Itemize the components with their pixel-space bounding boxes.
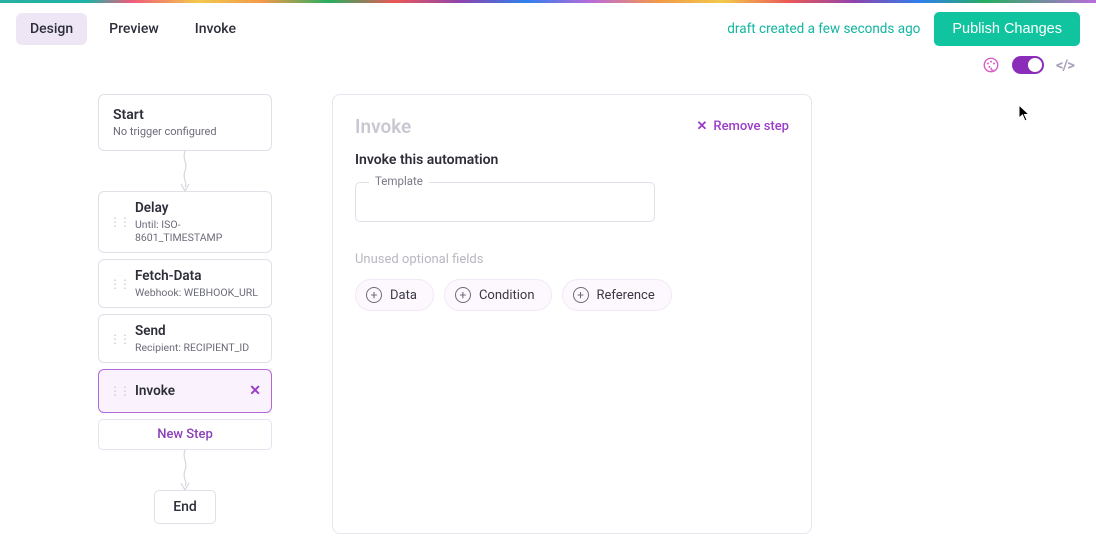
- step-title: Send: [135, 323, 261, 339]
- optional-fields-heading: Unused optional fields: [355, 252, 789, 267]
- template-field-label: Template: [369, 174, 429, 188]
- start-node[interactable]: Start No trigger configured: [98, 94, 272, 151]
- step-subtitle: Until: ISO-8601_TIMESTAMP: [135, 218, 261, 244]
- section-heading: Invoke this automation: [355, 152, 789, 168]
- draft-status: draft created a few seconds ago: [727, 21, 920, 37]
- plus-circle-icon: +: [366, 287, 382, 303]
- window-accent-bar: [0, 0, 1096, 3]
- designer-toolbar: </>: [0, 46, 1096, 74]
- main-tabs: Design Preview Invoke: [16, 13, 250, 45]
- plus-circle-icon: +: [573, 287, 589, 303]
- detail-title: Invoke: [355, 115, 411, 138]
- plus-circle-icon: +: [455, 287, 471, 303]
- template-input[interactable]: [355, 182, 655, 222]
- start-node-title: Start: [113, 107, 257, 123]
- chip-reference[interactable]: + Reference: [562, 279, 672, 311]
- remove-step-label: Remove step: [713, 119, 789, 134]
- optional-chips: + Data + Condition + Reference: [355, 279, 789, 311]
- step-title: Fetch-Data: [135, 268, 261, 284]
- step-detail-panel: Invoke ✕ Remove step Invoke this automat…: [332, 94, 812, 534]
- detail-header: Invoke ✕ Remove step: [355, 115, 789, 138]
- tab-preview[interactable]: Preview: [95, 13, 173, 45]
- step-delay[interactable]: ⋮⋮ Delay Until: ISO-8601_TIMESTAMP: [98, 191, 272, 253]
- template-field-wrap: Template: [355, 182, 789, 222]
- step-subtitle: Webhook: WEBHOOK_URL: [135, 286, 261, 299]
- code-icon[interactable]: </>: [1056, 56, 1074, 74]
- tab-invoke[interactable]: Invoke: [181, 13, 250, 45]
- chip-label: Reference: [597, 288, 655, 303]
- end-node: End: [154, 490, 216, 524]
- topbar-right: draft created a few seconds ago Publish …: [727, 12, 1080, 46]
- chip-label: Data: [390, 288, 417, 303]
- connector-arrow: [175, 151, 195, 191]
- chip-data[interactable]: + Data: [355, 279, 434, 311]
- chip-condition[interactable]: + Condition: [444, 279, 552, 311]
- topbar: Design Preview Invoke draft created a fe…: [0, 0, 1096, 46]
- view-toggle[interactable]: [1012, 56, 1044, 74]
- palette-icon[interactable]: [982, 56, 1000, 74]
- tab-design[interactable]: Design: [16, 13, 87, 45]
- drag-handle-icon[interactable]: ⋮⋮: [109, 278, 129, 290]
- remove-step-icon[interactable]: ✕: [249, 383, 261, 399]
- step-invoke[interactable]: ⋮⋮ Invoke ✕: [98, 369, 272, 413]
- publish-button[interactable]: Publish Changes: [934, 12, 1080, 46]
- drag-handle-icon[interactable]: ⋮⋮: [109, 333, 129, 345]
- step-fetch-data[interactable]: ⋮⋮ Fetch-Data Webhook: WEBHOOK_URL: [98, 259, 272, 308]
- step-send[interactable]: ⋮⋮ Send Recipient: RECIPIENT_ID: [98, 314, 272, 363]
- main-area: Start No trigger configured ⋮⋮ Delay Unt…: [0, 74, 1096, 534]
- new-step-button[interactable]: New Step: [98, 419, 272, 450]
- step-title: Invoke: [135, 383, 261, 399]
- drag-handle-icon[interactable]: ⋮⋮: [109, 385, 129, 397]
- flow-column: Start No trigger configured ⋮⋮ Delay Unt…: [98, 94, 272, 534]
- step-title: Delay: [135, 200, 261, 216]
- connector-arrow: [175, 450, 195, 490]
- chip-label: Condition: [479, 288, 535, 303]
- remove-step-button[interactable]: ✕ Remove step: [696, 119, 789, 134]
- start-node-subtitle: No trigger configured: [113, 125, 257, 138]
- close-icon: ✕: [696, 119, 707, 134]
- step-subtitle: Recipient: RECIPIENT_ID: [135, 341, 261, 354]
- drag-handle-icon[interactable]: ⋮⋮: [109, 216, 129, 228]
